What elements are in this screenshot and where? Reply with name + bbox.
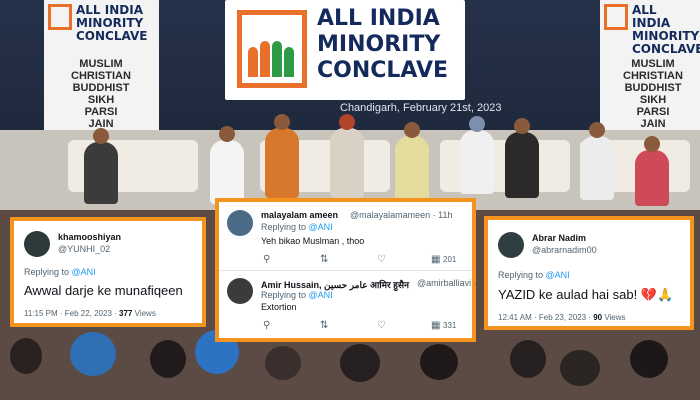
audience-head — [560, 350, 600, 386]
left-banner-words: MUSLIM CHRISTIAN BUDDHIST SIKH PARSI JAI… — [71, 58, 131, 130]
right-banner-words: MUSLIM CHRISTIAN BUDDHIST SIKH PARSI JAI… — [623, 58, 683, 130]
panelist — [460, 116, 494, 194]
audience-head — [420, 344, 458, 380]
views-icon[interactable]: ▦ — [431, 254, 440, 265]
replying-to: Replying to @ANI — [498, 270, 570, 280]
retweet-icon[interactable]: ⇅ — [320, 254, 328, 265]
replying-to: Replying to @ANI — [261, 222, 333, 232]
like-icon[interactable]: ♡ — [377, 254, 386, 265]
panelist — [84, 128, 118, 204]
panelist — [635, 136, 669, 206]
audience-head — [265, 346, 301, 380]
user-avatar[interactable] — [227, 278, 253, 304]
tweet-actions: ⚲ ⇅ ♡ ▦ 331 — [263, 320, 463, 332]
panelist — [580, 122, 614, 200]
tweet-author-handle[interactable]: @abrarnadim00 — [532, 245, 597, 255]
venue-date: Chandigarh, February 21st, 2023 — [340, 102, 502, 114]
tweet-timestamp[interactable]: 11:15 PM · Feb 22, 2023 · — [24, 309, 117, 318]
audience-head — [510, 340, 546, 378]
tweet-card-right[interactable]: Abrar Nadim @abrarnadim00 Replying to @A… — [484, 216, 694, 330]
audience-head — [630, 340, 668, 378]
left-banner-title: ALL INDIA MINORITY CONCLAVE — [76, 3, 148, 43]
tweet-author-handle[interactable]: @amirballiavi · — [417, 278, 477, 288]
user-avatar[interactable] — [24, 231, 50, 257]
reply-to-link[interactable]: @ANI — [546, 270, 570, 280]
divider — [219, 270, 472, 271]
reply-to-link[interactable]: @ANI — [309, 222, 333, 232]
reply-icon[interactable]: ⚲ — [263, 320, 270, 331]
reply-to-link[interactable]: @ANI — [309, 290, 333, 300]
tweet-meta: 12:41 AM · Feb 23, 2023 · 90 Views — [498, 313, 626, 322]
tweet-meta: 11:15 PM · Feb 22, 2023 · 377 Views — [24, 309, 156, 318]
main-banner: ALL INDIA MINORITY CONCLAVE — [225, 0, 465, 100]
replying-to: Replying to @ANI — [261, 290, 333, 300]
conclave-logo-icon — [48, 4, 72, 30]
like-icon[interactable]: ♡ — [377, 320, 386, 331]
view-count: 377 — [119, 309, 133, 318]
audience-head — [10, 338, 42, 374]
audience-head — [340, 344, 380, 382]
view-count: 90 — [593, 313, 603, 322]
panelist — [505, 118, 539, 198]
tweet-actions: ⚲ ⇅ ♡ ▦ 201 — [263, 254, 463, 266]
audience-head — [70, 332, 116, 376]
tweet-author-name[interactable]: Abrar Nadim — [532, 233, 586, 243]
user-avatar[interactable] — [498, 232, 524, 258]
tweet-author-name[interactable]: khamooshiyan — [58, 232, 121, 242]
panelist — [395, 122, 429, 200]
tweet-author-handle[interactable]: @malayalamameen · 11h — [350, 210, 453, 220]
conclave-logo-icon — [604, 4, 628, 30]
right-banner-title: ALL INDIA MINORITY CONCLAVE — [632, 3, 700, 56]
panelist — [265, 114, 299, 198]
tweet-text: YAZID ke aulad hai sab! 💔🙏 — [498, 287, 674, 302]
tweet-card-center[interactable]: malayalam ameen @malayalamameen · 11h Re… — [215, 198, 477, 342]
user-avatar[interactable] — [227, 210, 253, 236]
view-count: 201 — [443, 255, 457, 264]
tweet-author-name[interactable]: malayalam ameen — [261, 210, 338, 220]
panelist — [330, 114, 364, 198]
view-count: 331 — [443, 321, 457, 330]
tweet-text: Yeh bikao Muslman , thoo — [261, 236, 365, 246]
audience-head — [150, 340, 186, 378]
tweet-author-handle[interactable]: @YUNHI_02 — [58, 244, 110, 254]
views-icon[interactable]: ▦ — [431, 320, 440, 331]
reply-to-link[interactable]: @ANI — [72, 267, 96, 277]
banner-title: ALL INDIA MINORITY CONCLAVE — [317, 6, 449, 83]
emoji-broken-heart-praying-hands: 💔🙏 — [640, 287, 674, 302]
tweet-card-left[interactable]: khamooshiyan @YUNHI_02 Replying to @ANI … — [10, 217, 206, 327]
retweet-icon[interactable]: ⇅ — [320, 320, 328, 331]
replying-to: Replying to @ANI — [24, 267, 96, 277]
panelist — [210, 126, 244, 204]
tweet-timestamp[interactable]: 12:41 AM · Feb 23, 2023 · — [498, 313, 591, 322]
tweet-text: Extortion — [261, 302, 297, 312]
conclave-logo-icon — [237, 10, 307, 88]
tweet-text: Awwal darje ke munafiqeen — [24, 283, 183, 298]
reply-icon[interactable]: ⚲ — [263, 254, 270, 265]
